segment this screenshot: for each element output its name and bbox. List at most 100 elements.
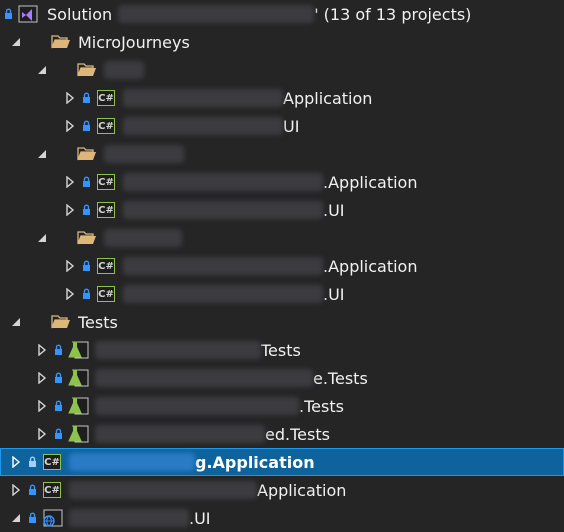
redacted-project-name bbox=[123, 89, 283, 107]
project-label: .UI bbox=[323, 284, 345, 304]
expanded-arrow-icon[interactable] bbox=[36, 148, 48, 160]
project-label: .Application bbox=[323, 256, 418, 276]
folder-open-icon bbox=[50, 32, 72, 52]
project-label: .Tests bbox=[299, 396, 344, 416]
csharp-project-icon: C# bbox=[95, 116, 117, 136]
project-label: e.Tests bbox=[313, 368, 368, 388]
collapsed-arrow-icon[interactable] bbox=[36, 372, 48, 384]
solution-project-count: ' (13 of 13 projects) bbox=[314, 4, 472, 24]
project-row[interactable]: C# Application bbox=[0, 476, 564, 504]
folder-row-redacted-3[interactable] bbox=[0, 224, 564, 252]
visual-studio-solution-icon bbox=[17, 4, 39, 24]
test-project-row[interactable]: .Tests bbox=[0, 392, 564, 420]
lock-icon bbox=[28, 512, 37, 524]
project-label: .UI bbox=[189, 508, 211, 528]
collapsed-arrow-icon[interactable] bbox=[64, 204, 76, 216]
redacted-project-name bbox=[123, 201, 323, 219]
redacted-project-name bbox=[95, 397, 299, 415]
lock-icon bbox=[54, 400, 63, 412]
project-row[interactable]: C# .Application bbox=[0, 168, 564, 196]
folder-label-tests: Tests bbox=[78, 312, 118, 332]
lock-icon bbox=[82, 260, 91, 272]
web-project-row[interactable]: .UI bbox=[0, 504, 564, 532]
collapsed-arrow-icon[interactable] bbox=[64, 92, 76, 104]
solution-label-prefix: Solution bbox=[47, 4, 113, 24]
test-flask-icon bbox=[67, 396, 89, 416]
expanded-arrow-icon[interactable] bbox=[36, 232, 48, 244]
redacted-folder-name bbox=[104, 61, 144, 79]
project-label: .UI bbox=[323, 200, 345, 220]
folder-row-microjourneys[interactable]: MicroJourneys bbox=[0, 28, 564, 56]
lock-icon bbox=[82, 288, 91, 300]
lock-icon bbox=[28, 456, 37, 468]
folder-open-icon bbox=[76, 60, 98, 80]
collapsed-arrow-icon[interactable] bbox=[36, 400, 48, 412]
lock-icon bbox=[28, 484, 37, 496]
project-row[interactable]: C# .UI bbox=[0, 196, 564, 224]
redacted-project-name bbox=[69, 453, 195, 471]
project-label: UI bbox=[283, 116, 300, 136]
web-project-icon bbox=[41, 508, 63, 528]
folder-row-tests[interactable]: Tests bbox=[0, 308, 564, 336]
folder-row-redacted-2[interactable] bbox=[0, 140, 564, 168]
expanded-arrow-icon[interactable] bbox=[10, 512, 22, 524]
collapsed-arrow-icon[interactable] bbox=[36, 344, 48, 356]
folder-label-microjourneys: MicroJourneys bbox=[78, 32, 190, 52]
csharp-project-icon: C# bbox=[41, 452, 63, 472]
collapsed-arrow-icon[interactable] bbox=[64, 120, 76, 132]
collapsed-arrow-icon[interactable] bbox=[10, 484, 22, 496]
folder-open-icon bbox=[50, 312, 72, 332]
redacted-project-name bbox=[123, 173, 323, 191]
lock-icon bbox=[54, 428, 63, 440]
csharp-project-icon: C# bbox=[95, 88, 117, 108]
test-flask-icon bbox=[67, 340, 89, 360]
project-label: Application bbox=[257, 480, 347, 500]
expanded-arrow-icon[interactable] bbox=[36, 64, 48, 76]
test-flask-icon bbox=[67, 368, 89, 388]
project-row-selected[interactable]: C# g.Application bbox=[0, 448, 564, 476]
collapsed-arrow-icon[interactable] bbox=[36, 428, 48, 440]
redacted-project-name bbox=[95, 369, 313, 387]
lock-icon bbox=[82, 204, 91, 216]
folder-open-icon bbox=[76, 144, 98, 164]
lock-icon bbox=[82, 176, 91, 188]
project-label: ed.Tests bbox=[265, 424, 330, 444]
test-project-row[interactable]: Tests bbox=[0, 336, 564, 364]
expanded-arrow-icon[interactable] bbox=[10, 316, 22, 328]
csharp-project-icon: C# bbox=[95, 284, 117, 304]
project-label: Application bbox=[283, 88, 373, 108]
project-row[interactable]: C# .UI bbox=[0, 280, 564, 308]
solution-row[interactable]: Solution ' (13 of 13 projects) bbox=[0, 0, 564, 28]
project-row[interactable]: C# .Application bbox=[0, 252, 564, 280]
csharp-project-icon: C# bbox=[95, 256, 117, 276]
redacted-solution-name bbox=[118, 5, 315, 23]
lock-icon bbox=[54, 344, 63, 356]
csharp-project-icon: C# bbox=[41, 480, 63, 500]
test-project-row[interactable]: ed.Tests bbox=[0, 420, 564, 448]
collapsed-arrow-icon[interactable] bbox=[64, 176, 76, 188]
lock-icon bbox=[4, 8, 13, 20]
redacted-folder-name bbox=[104, 229, 182, 247]
collapsed-arrow-icon[interactable] bbox=[64, 288, 76, 300]
expanded-arrow-icon[interactable] bbox=[10, 36, 22, 48]
project-row[interactable]: C# UI bbox=[0, 112, 564, 140]
redacted-project-name bbox=[123, 285, 323, 303]
project-label: g.Application bbox=[195, 452, 315, 472]
test-flask-icon bbox=[67, 424, 89, 444]
redacted-folder-name bbox=[104, 145, 184, 163]
redacted-project-name bbox=[95, 341, 261, 359]
folder-row-redacted-1[interactable] bbox=[0, 56, 564, 84]
project-label: .Application bbox=[323, 172, 418, 192]
solution-explorer-tree: Solution ' (13 of 13 projects) MicroJour… bbox=[0, 0, 564, 531]
redacted-project-name bbox=[69, 481, 257, 499]
collapsed-arrow-icon[interactable] bbox=[10, 456, 22, 468]
csharp-project-icon: C# bbox=[95, 172, 117, 192]
redacted-project-name bbox=[123, 117, 283, 135]
folder-open-icon bbox=[76, 228, 98, 248]
csharp-project-icon: C# bbox=[95, 200, 117, 220]
project-row[interactable]: C# Application bbox=[0, 84, 564, 112]
test-project-row[interactable]: e.Tests bbox=[0, 364, 564, 392]
collapsed-arrow-icon[interactable] bbox=[64, 260, 76, 272]
redacted-project-name bbox=[69, 509, 189, 527]
redacted-project-name bbox=[95, 425, 265, 443]
